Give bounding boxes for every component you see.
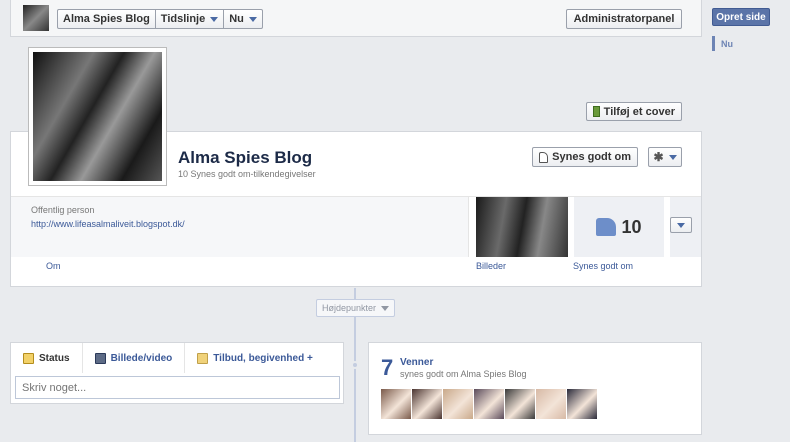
tab-photo-video[interactable]: Billede/video [83,343,186,373]
page-nav-group: Alma Spies Blog Tidslinje Nu [57,9,263,29]
chevron-down-icon [668,154,677,160]
friend-avatars [381,389,597,419]
friend-avatar[interactable] [443,389,473,419]
post-composer: Status Billede/video Tilbud, begivenhed … [10,342,344,404]
chevron-down-icon [677,222,685,228]
friend-avatar[interactable] [381,389,411,419]
like-button[interactable]: Synes godt om [532,147,638,167]
like-button-label: Synes godt om [552,151,631,163]
friends-title[interactable]: Venner [400,357,433,368]
about-section[interactable]: Offentlig person http://www.lifeasalmali… [11,197,469,257]
likes-count: 10 [621,216,642,237]
timeline-now-label[interactable]: Nu [721,39,733,49]
timeline-dropdown[interactable]: Tidslinje [156,10,225,28]
photo-icon [94,352,106,364]
chevron-down-icon [248,16,257,22]
offer-icon [197,352,209,364]
website-link[interactable]: http://www.lifeasalmaliveit.blogspot.dk/ [31,219,448,229]
friend-avatar[interactable] [505,389,535,419]
likes-subtitle: 10 Synes godt om-tilkendegivelser [178,169,316,179]
tab-photos[interactable]: Billeder [476,261,506,271]
composer-tabs: Status Billede/video Tilbud, begivenhed … [11,343,343,373]
gear-icon: ✱ [653,150,664,164]
chevron-down-icon [381,305,390,311]
timeline-label: Tidslinje [160,13,206,25]
tab-photo-label: Billede/video [110,352,173,364]
likes-tile[interactable]: 10 [574,197,664,257]
friends-subtitle: synes godt om Alma Spies Blog [400,369,527,379]
timeline-now-marker [712,36,715,51]
info-row: Offentlig person http://www.lifeasalmali… [11,196,701,257]
friends-count: 7 [381,355,394,380]
status-icon [23,352,34,364]
friend-avatar[interactable] [474,389,504,419]
add-cover-button[interactable]: Tilføj et cover [586,102,682,121]
tab-about[interactable]: Om [46,261,61,271]
thumbs-up-icon [539,151,549,163]
thumbs-up-icon [596,218,617,236]
page-name-button[interactable]: Alma Spies Blog [58,10,156,28]
create-page-button[interactable]: Opret side [712,8,770,26]
profile-picture[interactable] [28,47,167,186]
status-input[interactable] [15,376,340,399]
page-title: Alma Spies Blog [178,148,313,167]
friend-avatar[interactable] [412,389,442,419]
friend-avatar[interactable] [567,389,597,419]
tab-status[interactable]: Status [11,343,83,373]
friend-avatar[interactable] [536,389,566,419]
photo-add-icon [593,106,600,117]
settings-button[interactable]: ✱ [648,147,682,167]
tab-status-label: Status [39,352,70,364]
page-thumbnail[interactable] [23,5,49,31]
highlights-label: Højdepunkter [321,303,377,313]
page-category: Offentlig person [31,205,95,215]
top-bar: Alma Spies Blog Tidslinje Nu Administrat… [10,0,702,37]
admin-panel-button[interactable]: Administratorpanel [566,9,682,29]
now-dropdown[interactable]: Nu [224,10,262,28]
photos-tile[interactable] [476,197,568,257]
chevron-down-icon [210,16,219,22]
friends-box: 7 Venner synes godt om Alma Spies Blog [368,342,702,435]
tab-offer-label: Tilbud, begivenhed + [213,352,313,364]
timeline-dot [351,361,359,369]
more-tabs-button[interactable] [670,217,692,233]
highlights-dropdown[interactable]: Højdepunkter [316,299,395,317]
tab-likes[interactable]: Synes godt om [573,261,633,271]
add-cover-label: Tilføj et cover [603,105,675,118]
profile-photo [33,52,162,181]
tab-offer-event[interactable]: Tilbud, begivenhed + [185,343,325,373]
now-label: Nu [229,13,244,25]
